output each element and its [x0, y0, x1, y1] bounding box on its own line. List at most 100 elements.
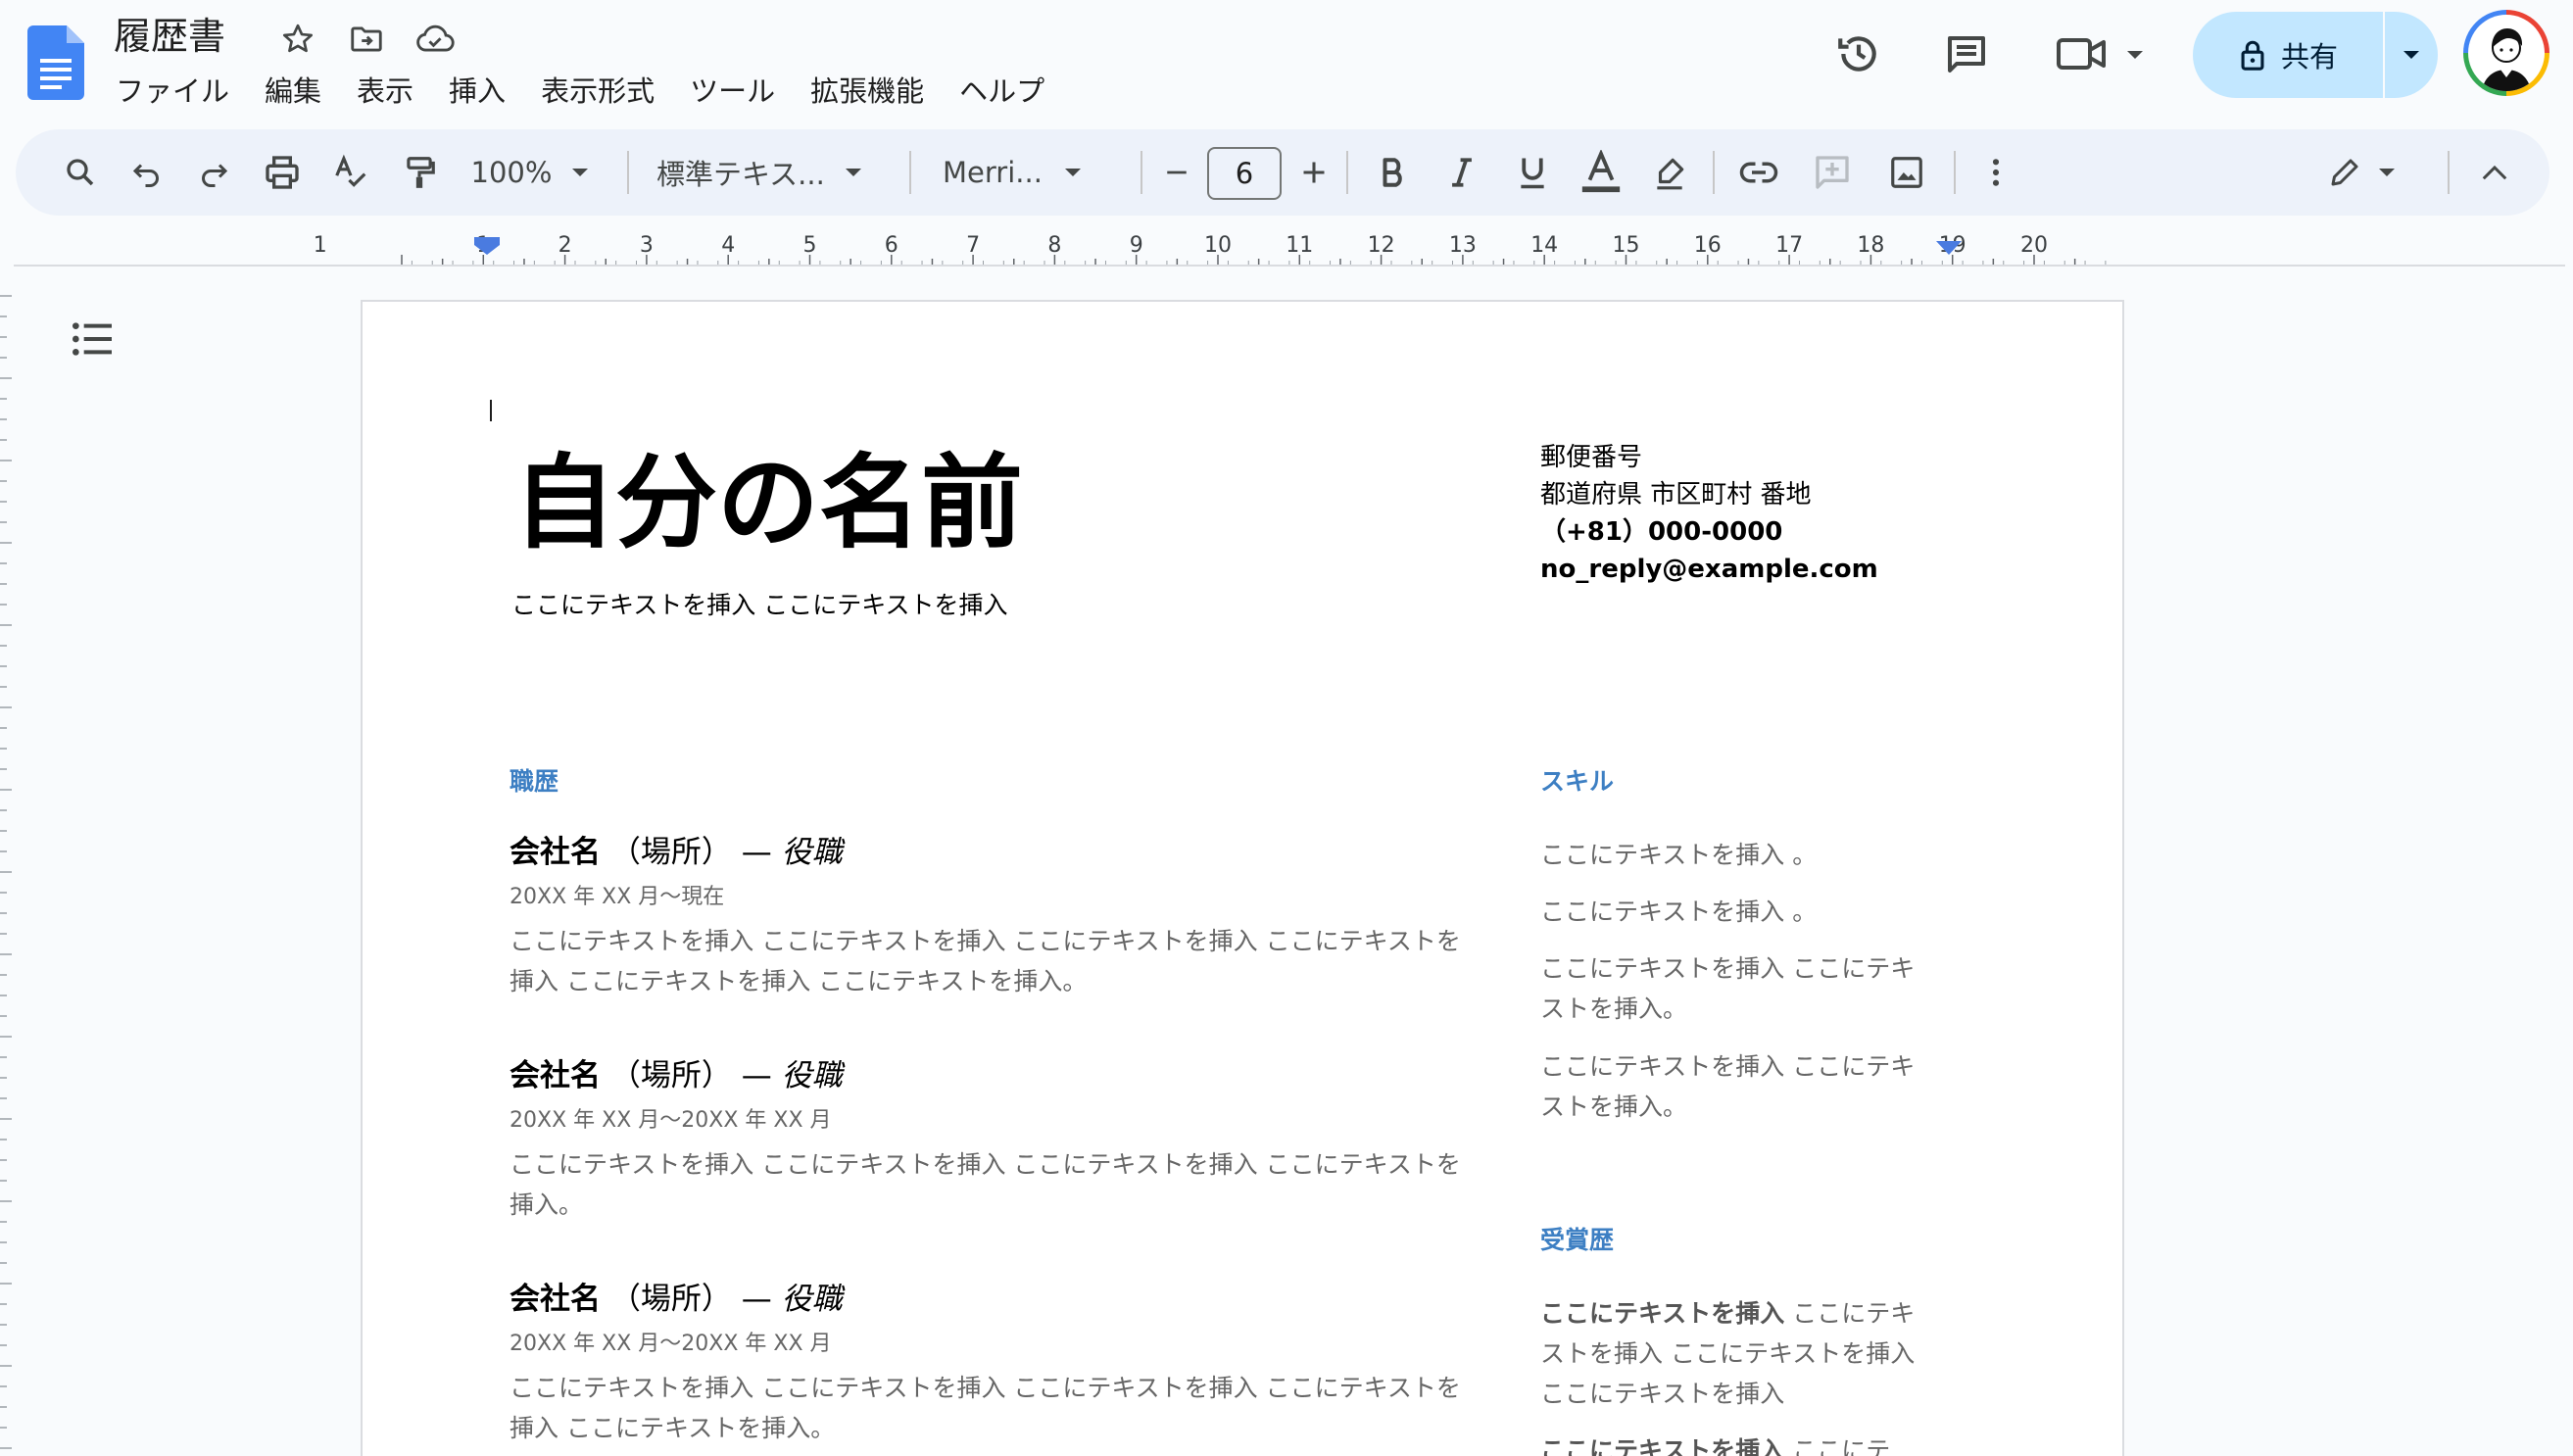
job-location: （場所）: [609, 1058, 732, 1093]
ruler-label: 10: [1204, 233, 1232, 258]
cloud-saved-icon[interactable]: [413, 18, 457, 61]
edit-mode-icon[interactable]: [2314, 143, 2408, 202]
section-heading-awards[interactable]: 受賞歴: [1540, 1221, 1614, 1256]
italic-icon[interactable]: [1434, 143, 1489, 202]
job-entry[interactable]: 会社名 （場所） — 役職 20XX 年 XX 月〜20XX 年 XX 月 ここ…: [510, 1054, 1470, 1225]
menu-view[interactable]: 表示: [339, 69, 431, 114]
ruler-label: 4: [721, 233, 735, 258]
menu-insert[interactable]: 挿入: [431, 69, 523, 114]
chevron-down-icon: [845, 169, 861, 176]
ruler-label: 18: [1857, 233, 1884, 258]
ruler-label: 14: [1530, 233, 1558, 258]
document-title[interactable]: 履歴書: [114, 10, 225, 63]
ruler-label: 9: [1130, 233, 1143, 258]
resume-subtitle[interactable]: ここにテキストを挿入 ここにテキストを挿入: [511, 586, 1007, 621]
add-comment-icon[interactable]: [1803, 143, 1862, 202]
resume-name[interactable]: 自分の名前: [513, 439, 1023, 566]
job-entry[interactable]: 会社名 （場所） — 役職 20XX 年 XX 月〜20XX 年 XX 月 ここ…: [510, 1278, 1470, 1448]
contact-block[interactable]: 郵便番号 都道府県 市区町村 番地 （+81）000-0000 no_reply…: [1540, 439, 1878, 588]
menu-tools[interactable]: ツール: [672, 69, 793, 114]
comment-icon[interactable]: [1932, 22, 2001, 86]
skill-item[interactable]: ここにテキストを挿入 。: [1540, 835, 1932, 875]
award-item[interactable]: ここにテキストを挿入 ここにテキストを挿入 ここにテキストを挿入 ここにテキスト…: [1540, 1293, 1932, 1414]
chevron-down-icon[interactable]: [2385, 12, 2438, 98]
section-heading-experience[interactable]: 職歴: [510, 762, 558, 798]
vertical-ruler: [0, 295, 12, 1449]
ruler-label: 11: [1286, 233, 1313, 258]
job-location: （場所）: [609, 835, 732, 870]
zoom-select[interactable]: 100%: [466, 143, 594, 202]
job-company: 会社名: [510, 835, 601, 870]
ruler-label: 2: [558, 233, 572, 258]
job-location: （場所）: [609, 1282, 732, 1317]
meet-icon[interactable]: [2052, 22, 2156, 86]
paint-format-icon[interactable]: [390, 143, 449, 202]
job-role: 役職: [781, 1058, 843, 1093]
history-icon[interactable]: [1824, 22, 1893, 86]
skill-item[interactable]: ここにテキストを挿入 ここにテキストを挿入。: [1540, 1046, 1932, 1127]
contact-phone: （+81）000-0000: [1540, 517, 1783, 547]
ruler-label: 6: [885, 233, 898, 258]
text-color-icon[interactable]: [1572, 143, 1630, 202]
increase-font-size-button[interactable]: [1289, 143, 1338, 202]
ruler-label: 3: [640, 233, 654, 258]
spellcheck-icon[interactable]: [321, 143, 380, 202]
award-item[interactable]: ここにテキストを挿入 ここにテ: [1540, 1431, 1932, 1456]
ruler-label: 16: [1694, 233, 1722, 258]
document-page[interactable]: 自分の名前 ここにテキストを挿入 ここにテキストを挿入 郵便番号 都道府県 市区…: [361, 300, 2124, 1456]
lock-icon: [2238, 38, 2267, 72]
star-icon[interactable]: [276, 18, 319, 61]
menu-edit[interactable]: 編集: [247, 69, 339, 114]
ruler-label: 7: [966, 233, 980, 258]
bold-icon[interactable]: [1366, 143, 1421, 202]
menu-bar: ファイル 編集 表示 挿入 表示形式 ツール 拡張機能 ヘルプ: [98, 69, 1062, 114]
ruler-label: 15: [1613, 233, 1640, 258]
menu-help[interactable]: ヘルプ: [942, 69, 1062, 114]
link-icon[interactable]: [1724, 143, 1793, 202]
menu-format[interactable]: 表示形式: [523, 69, 672, 114]
font-select[interactable]: Merri...: [943, 143, 1129, 202]
underline-icon[interactable]: [1505, 143, 1560, 202]
job-description: ここにテキストを挿入 ここにテキストを挿入 ここにテキストを挿入 ここにテキスト…: [510, 927, 1461, 995]
ruler-label: 17: [1775, 233, 1803, 258]
font-size-input[interactable]: [1207, 147, 1282, 200]
ruler-label: 12: [1368, 233, 1395, 258]
job-entry[interactable]: 会社名 （場所） — 役職 20XX 年 XX 月〜現在 ここにテキストを挿入 …: [510, 831, 1470, 1001]
outline-icon[interactable]: [63, 310, 121, 368]
job-title: 会社名 （場所） — 役職: [510, 1278, 1470, 1321]
docs-logo-icon[interactable]: [27, 25, 84, 100]
image-icon[interactable]: [1877, 143, 1936, 202]
print-icon[interactable]: [253, 143, 312, 202]
job-dash: —: [741, 835, 772, 870]
style-value: 標準テキス...: [656, 158, 825, 191]
award-text: ここにテ: [1784, 1436, 1891, 1456]
move-folder-icon[interactable]: [345, 18, 388, 61]
job-dash: —: [741, 1282, 772, 1317]
highlight-icon[interactable]: [1640, 143, 1699, 202]
job-role: 役職: [781, 835, 843, 870]
search-icon[interactable]: [51, 143, 110, 202]
chevron-down-icon: [572, 169, 589, 176]
section-heading-skills[interactable]: スキル: [1540, 762, 1614, 798]
share-main[interactable]: 共有: [2193, 12, 2383, 98]
style-select[interactable]: 標準テキス...: [656, 143, 901, 202]
decrease-font-size-button[interactable]: [1152, 143, 1201, 202]
toolbar: 100% 標準テキス... Merri...: [16, 129, 2549, 216]
collapse-icon[interactable]: [2465, 143, 2524, 202]
menu-file[interactable]: ファイル: [98, 69, 247, 114]
horizontal-ruler[interactable]: 11234567891011121314151617181920: [0, 227, 2573, 267]
share-button[interactable]: 共有: [2193, 12, 2438, 98]
job-description: ここにテキストを挿入 ここにテキストを挿入 ここにテキストを挿入 ここにテキスト…: [510, 1150, 1461, 1219]
menu-extensions[interactable]: 拡張機能: [793, 69, 942, 114]
font-value: Merri...: [943, 156, 1043, 189]
job-company: 会社名: [510, 1282, 601, 1317]
skill-item[interactable]: ここにテキストを挿入 。: [1540, 892, 1932, 932]
text-cursor: [490, 400, 492, 421]
job-dates: 20XX 年 XX 月〜20XX 年 XX 月: [510, 1108, 832, 1133]
redo-icon[interactable]: [184, 143, 243, 202]
more-icon[interactable]: [1971, 143, 2020, 202]
undo-icon[interactable]: [118, 143, 176, 202]
award-bold: ここにテキストを挿入: [1540, 1299, 1785, 1328]
skill-item[interactable]: ここにテキストを挿入 ここにテキストを挿入。: [1540, 948, 1932, 1029]
avatar[interactable]: [2463, 10, 2549, 96]
